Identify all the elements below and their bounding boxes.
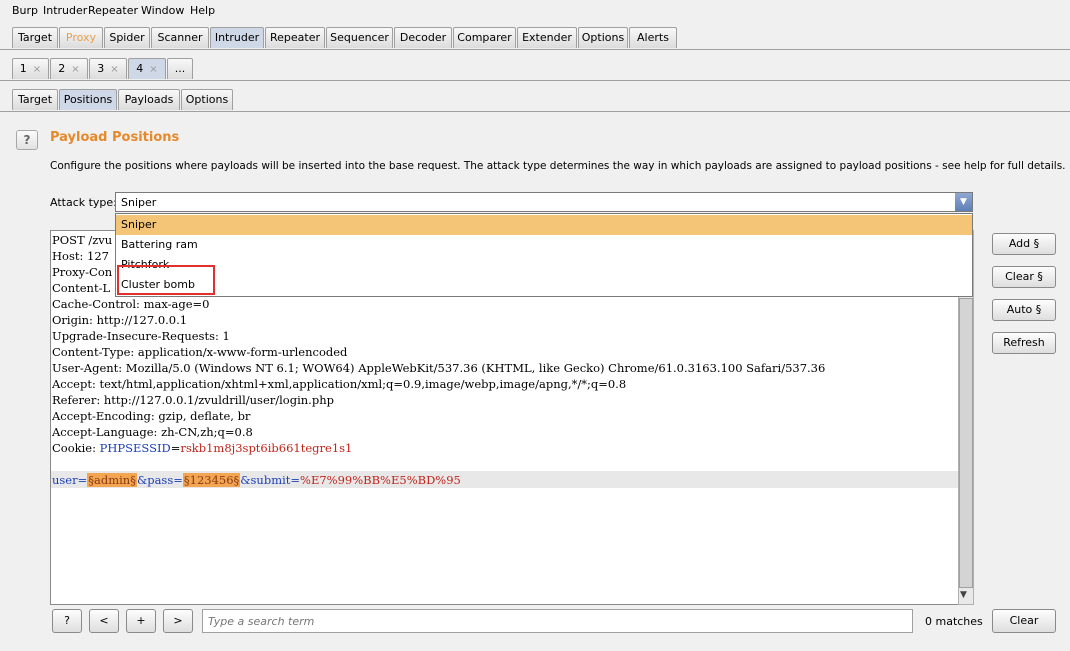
request-line: Accept-Language: zh-CN,zh;q=0.8 (52, 425, 253, 439)
instance-tab-1[interactable]: 1 × (12, 58, 49, 79)
instance-tab-2[interactable]: 2 × (50, 58, 88, 79)
cookie-eq: = (170, 441, 181, 455)
request-line: Origin: http://127.0.0.1 (52, 313, 188, 327)
subtab-options[interactable]: Options (181, 89, 233, 110)
tab-sequencer[interactable]: Sequencer (326, 27, 393, 48)
match-count: 0 matches (925, 615, 983, 628)
tab-options[interactable]: Options (578, 27, 628, 48)
instance-tab-new[interactable]: ... (167, 58, 193, 79)
request-line: Proxy-Con (52, 265, 113, 279)
add-marker-button[interactable]: Add § (992, 233, 1056, 255)
menu-bar: Burp Intruder Repeater Window Help (0, 0, 1070, 22)
attack-type-value: Sniper (121, 196, 157, 209)
instance-tab-label: 4 (136, 62, 144, 75)
tab-alerts[interactable]: Alerts (629, 27, 677, 48)
annotation-highlight-box (117, 265, 215, 295)
request-line: Accept-Encoding: gzip, deflate, br (52, 409, 251, 423)
menu-help[interactable]: Help (190, 4, 215, 17)
option-battering-ram[interactable]: Battering ram (116, 235, 972, 255)
request-line: Accept: text/html,application/xhtml+xml,… (52, 377, 627, 391)
param-pass-key: &pass= (136, 473, 183, 487)
request-line: Content-Type: application/x-www-form-url… (52, 345, 348, 359)
instance-tab-label: 2 (58, 62, 66, 75)
param-user-key: user= (52, 473, 88, 487)
tab-repeater[interactable]: Repeater (265, 27, 325, 48)
cookie-prefix: Cookie: (52, 441, 100, 455)
option-sniper[interactable]: Sniper (116, 215, 972, 235)
attack-type-select[interactable]: Sniper ▼ (115, 192, 973, 212)
tab-decoder[interactable]: Decoder (394, 27, 452, 48)
subtab-target[interactable]: Target (12, 89, 58, 110)
cookie-value: rskb1m8j3spt6ib661tegre1s1 (180, 441, 353, 455)
attack-type-dropdown: Sniper Battering ram Pitchfork Cluster b… (115, 213, 973, 297)
option-pitchfork[interactable]: Pitchfork (116, 255, 972, 275)
tab-intruder[interactable]: Intruder (210, 27, 264, 48)
menu-window[interactable]: Window (141, 4, 184, 17)
param-submit-key: &submit= (240, 473, 301, 487)
subtab-divider (0, 111, 1070, 112)
menu-intruder[interactable]: Intruder (43, 4, 87, 17)
menu-repeater[interactable]: Repeater (88, 4, 138, 17)
chevron-down-icon[interactable]: ▼ (955, 193, 972, 211)
instance-divider (0, 80, 1070, 81)
tab-target[interactable]: Target (12, 27, 58, 48)
cookie-line: Cookie: PHPSESSID=rskb1m8j3spt6ib661tegr… (52, 441, 352, 455)
auto-marker-button[interactable]: Auto § (992, 299, 1056, 321)
search-input[interactable] (202, 609, 913, 633)
clear-search-button[interactable]: Clear (992, 609, 1056, 633)
refresh-button[interactable]: Refresh (992, 332, 1056, 354)
cookie-name: PHPSESSID (99, 441, 171, 455)
close-icon[interactable]: × (149, 64, 157, 75)
instance-tab-4[interactable]: 4 × (128, 58, 166, 79)
tab-divider (0, 49, 1070, 50)
instance-tab-label: 1 (19, 62, 27, 75)
close-icon[interactable]: × (110, 64, 118, 75)
tab-proxy[interactable]: Proxy (59, 27, 103, 48)
main-tab-bar: Target Proxy Spider Scanner Intruder Rep… (0, 27, 1070, 49)
section-description: Configure the positions where payloads w… (50, 160, 1066, 172)
scrollbar-thumb[interactable] (959, 298, 973, 588)
tab-extender[interactable]: Extender (517, 27, 577, 48)
param-submit-value: %E7%99%BB%E5%BD%95 (300, 473, 461, 487)
payload-position-pass[interactable]: §123456§ (182, 473, 241, 487)
section-title: Payload Positions (50, 130, 180, 145)
request-line: User-Agent: Mozilla/5.0 (Windows NT 6.1;… (52, 361, 826, 375)
tab-scanner[interactable]: Scanner (151, 27, 209, 48)
tab-comparer[interactable]: Comparer (453, 27, 516, 48)
search-prev-button[interactable]: < (89, 609, 119, 633)
tab-spider[interactable]: Spider (104, 27, 150, 48)
close-icon[interactable]: × (71, 64, 79, 75)
request-line: Cache-Control: max-age=0 (52, 297, 210, 311)
sub-tab-bar: Target Positions Payloads Options (0, 89, 1070, 111)
subtab-positions[interactable]: Positions (59, 89, 117, 110)
menu-burp[interactable]: Burp (12, 4, 38, 17)
help-button[interactable]: ? (16, 130, 38, 150)
scroll-down-icon[interactable]: ▼ (960, 590, 967, 600)
clear-marker-button[interactable]: Clear § (992, 266, 1056, 288)
instance-tab-3[interactable]: 3 × (89, 58, 127, 79)
payload-position-user[interactable]: §admin§ (87, 473, 137, 487)
search-next-button[interactable]: > (163, 609, 193, 633)
request-line: Host: 127 (52, 249, 109, 263)
option-cluster-bomb[interactable]: Cluster bomb (116, 275, 972, 295)
search-help-button[interactable]: ? (52, 609, 82, 633)
subtab-payloads[interactable]: Payloads (118, 89, 180, 110)
request-line: Upgrade-Insecure-Requests: 1 (52, 329, 230, 343)
close-icon[interactable]: × (33, 64, 41, 75)
body-line: user=§admin§&pass=§123456§&submit=%E7%99… (52, 473, 461, 487)
request-line: POST /zvu (52, 233, 113, 247)
instance-tab-bar: 1 × 2 × 3 × 4 × ... (0, 58, 1070, 80)
request-line: Referer: http://127.0.0.1/zvuldrill/user… (52, 393, 334, 407)
request-line: Content-L (52, 281, 111, 295)
attack-type-label: Attack type: (50, 196, 117, 209)
search-options-button[interactable]: + (126, 609, 156, 633)
instance-tab-label: 3 (97, 62, 105, 75)
